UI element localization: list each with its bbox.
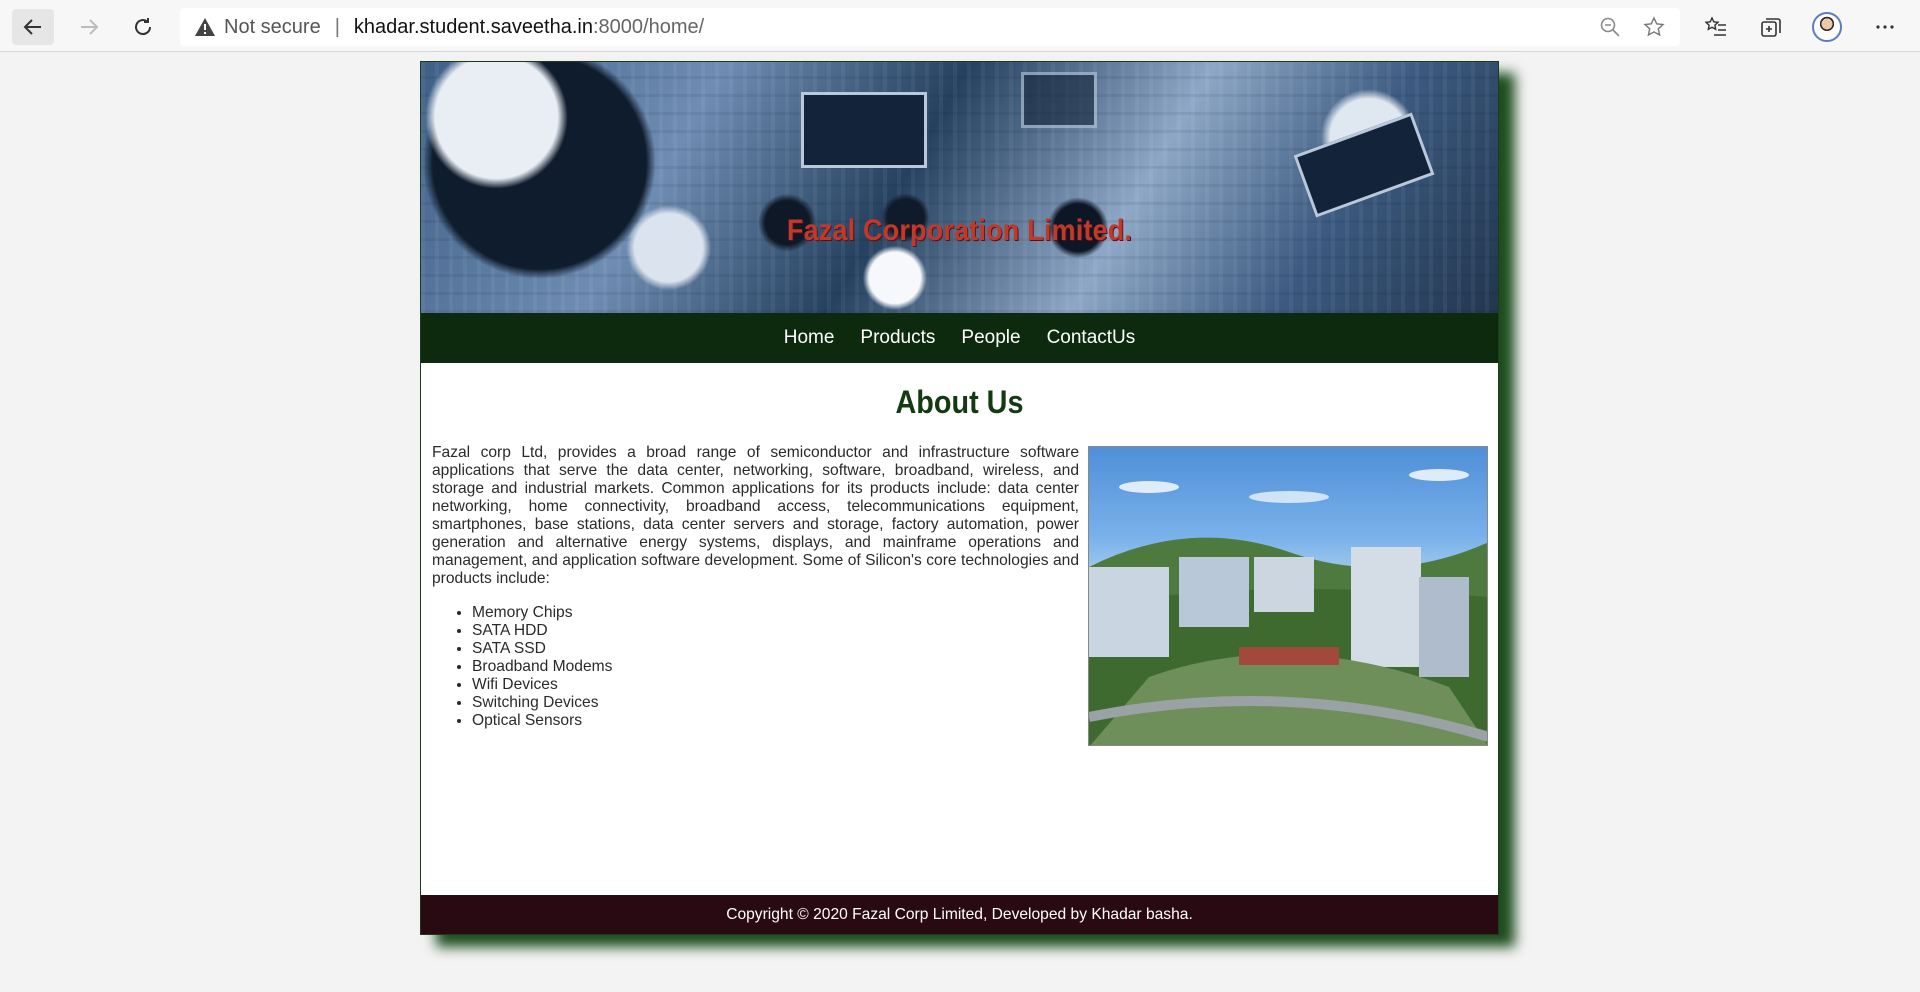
circuit-chip-decoration (1021, 72, 1097, 128)
refresh-button[interactable] (122, 9, 164, 45)
product-list: Memory Chips SATA HDD SATA SSD Broadband… (432, 604, 612, 730)
url-path: :8000/home/ (592, 15, 705, 38)
section-title: About Us (895, 384, 1024, 420)
campus-photo (1088, 446, 1488, 746)
about-paragraph: Fazal corp Ltd, provides a broad range o… (432, 444, 1079, 587)
profile-avatar[interactable] (1812, 12, 1842, 42)
list-item: Wifi Devices (472, 676, 612, 694)
zoom-out-icon (1600, 17, 1620, 37)
browser-toolbar: Not secure | khadar.student.saveetha.in:… (0, 0, 1920, 52)
forward-button[interactable] (68, 9, 110, 45)
banner-image: Fazal Corporation Limited. (421, 62, 1498, 313)
campus-illustration (1089, 469, 1487, 745)
refresh-icon (135, 18, 152, 36)
forward-arrow-icon (81, 19, 99, 35)
menu-home[interactable]: Home (784, 327, 835, 349)
site-container: Fazal Corporation Limited. Home Products… (420, 61, 1499, 935)
circuit-chip-decoration (1293, 112, 1435, 218)
more-button[interactable] (1865, 9, 1905, 45)
favorites-list-icon (1704, 16, 1726, 36)
address-bar[interactable]: Not secure | khadar.student.saveetha.in:… (180, 8, 1680, 46)
url-host: khadar.student.saveetha.in (353, 15, 593, 38)
collections-icon (1761, 18, 1781, 37)
warning-icon (195, 18, 215, 36)
menu-products[interactable]: Products (860, 327, 935, 349)
zoom-button[interactable] (1592, 8, 1628, 46)
favorites-button[interactable] (1696, 9, 1736, 45)
address-separator: | (334, 15, 340, 38)
list-item: Optical Sensors (472, 712, 612, 730)
star-icon (1643, 16, 1665, 37)
collections-button[interactable] (1751, 9, 1791, 45)
banner-title: Fazal Corporation Limited. (786, 214, 1133, 247)
list-item: SATA SSD (472, 640, 612, 658)
favorite-button[interactable] (1636, 8, 1672, 46)
not-secure-label: Not secure (224, 15, 321, 38)
menu-contactus[interactable]: ContactUs (1047, 327, 1136, 349)
list-item: SATA HDD (472, 622, 612, 640)
main-menu: Home Products People ContactUs (421, 313, 1498, 363)
list-item: Memory Chips (472, 604, 612, 622)
circuit-chip-decoration (801, 92, 927, 168)
list-item: Broadband Modems (472, 658, 612, 676)
footer: Copyright © 2020 Fazal Corp Limited, Dev… (421, 895, 1498, 934)
menu-people[interactable]: People (961, 327, 1020, 349)
more-dots-icon (1876, 25, 1894, 29)
back-arrow-icon (23, 19, 41, 35)
footer-copyright: Copyright © 2020 Fazal Corp Limited, Dev… (726, 905, 1193, 923)
back-button[interactable] (12, 9, 54, 45)
list-item: Switching Devices (472, 694, 612, 712)
